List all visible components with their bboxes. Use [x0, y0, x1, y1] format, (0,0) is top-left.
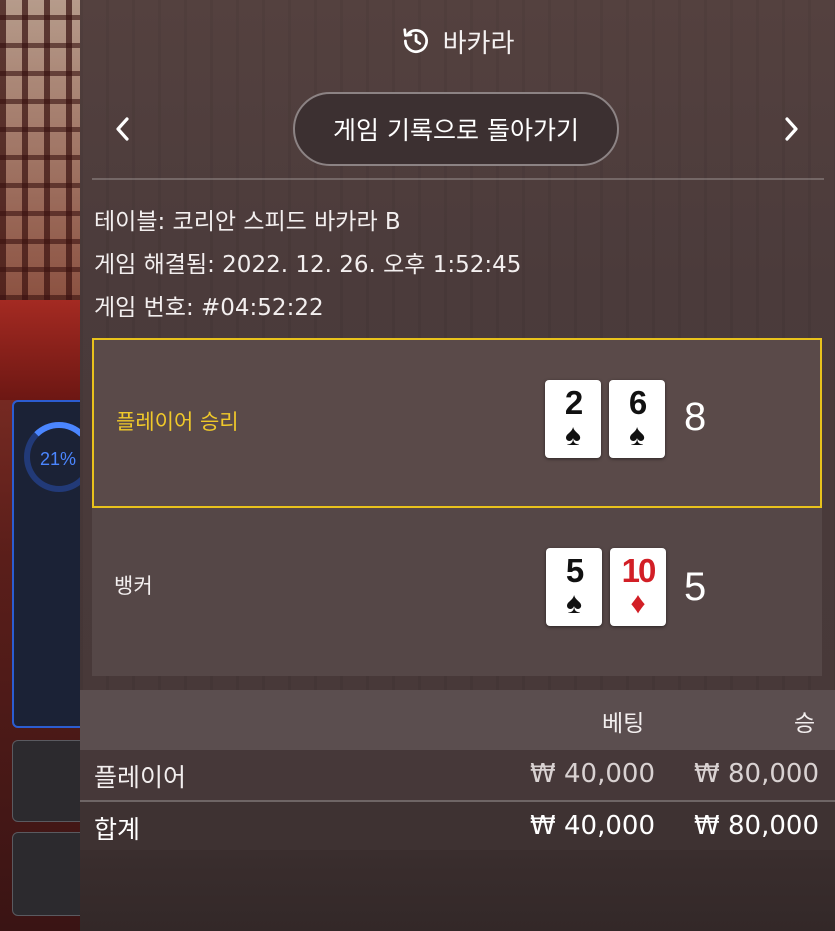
bet-column-header: 베팅 — [602, 711, 645, 737]
total-win-amount: ₩ 80,000 — [694, 811, 819, 841]
history-icon — [402, 28, 428, 53]
chevron-right-icon — [785, 117, 798, 141]
total-row: 합계 ₩ 40,000 ₩ 80,000 — [80, 800, 835, 850]
bets-table-header: 베팅 승 — [80, 690, 835, 750]
total-label: 합계 — [94, 815, 141, 844]
card-rank: 6 — [628, 384, 647, 421]
bet-type-label: 플레이어 — [94, 763, 187, 792]
bet-amount: ₩ 40,000 — [530, 759, 655, 789]
playing-card: 2 ♠ — [545, 380, 601, 458]
chevron-left-icon — [116, 117, 129, 141]
next-game-button[interactable] — [774, 112, 808, 146]
result-label: 플레이어 승리 — [116, 410, 239, 434]
playing-card: 5 ♠ — [546, 548, 602, 626]
panel-footer — [80, 850, 835, 931]
result-label: 뱅커 — [114, 574, 153, 598]
win-column-header: 승 — [794, 711, 816, 737]
card-rank: 10 — [621, 552, 657, 589]
table-name: 테이블: 코리안 스피드 바카라 B — [94, 209, 401, 235]
playing-card: 6 ♠ — [609, 380, 665, 458]
spade-icon: ♠ — [565, 419, 581, 452]
hand-score: 5 — [684, 565, 707, 609]
player-result: 플레이어 승리 2 ♠ 6 ♠ 8 — [92, 338, 822, 508]
game-table — [0, 300, 80, 400]
panel-title: 바카라 — [442, 28, 515, 59]
game-history-panel: 바카라 게임 기록으로 돌아가기 테이블: 코리안 스피드 바카라 B 게임 해… — [80, 0, 835, 931]
previous-game-button[interactable] — [106, 112, 140, 146]
hand-score: 8 — [684, 395, 707, 439]
diamond-icon: ♦ — [630, 587, 646, 620]
panel-header: 바카라 — [80, 0, 835, 82]
total-bet-amount: ₩ 40,000 — [530, 811, 655, 841]
spade-icon: ♠ — [629, 419, 645, 452]
divider — [92, 178, 824, 180]
back-to-history-button[interactable]: 게임 기록으로 돌아가기 — [293, 92, 619, 166]
window-lattice — [0, 0, 80, 300]
win-amount: ₩ 80,000 — [694, 759, 819, 789]
table-row: 플레이어 ₩ 40,000 ₩ 80,000 — [80, 750, 835, 800]
card-rank: 5 — [565, 552, 584, 589]
banker-result: 뱅커 5 ♠ 10 ♦ 5 — [92, 508, 822, 676]
game-number: 게임 번호: #04:52:22 — [94, 295, 324, 321]
spade-icon: ♠ — [566, 587, 582, 620]
game-resolved-time: 게임 해결됨: 2022. 12. 26. 오후 1:52:45 — [94, 252, 522, 278]
stat-percent: 21% — [40, 449, 77, 469]
playing-card: 10 ♦ — [610, 548, 666, 626]
history-navigation: 게임 기록으로 돌아가기 — [80, 90, 835, 168]
card-rank: 2 — [564, 384, 583, 421]
